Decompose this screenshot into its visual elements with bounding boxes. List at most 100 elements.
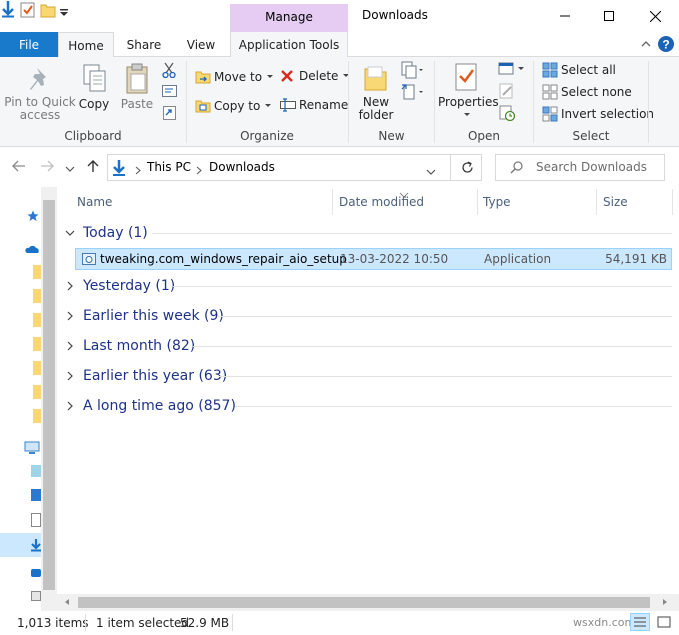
new-folder-qat-icon[interactable]: [40, 4, 60, 21]
large-icons-view-button[interactable]: [655, 613, 673, 631]
status-divider: [232, 614, 233, 631]
tab-application-tools[interactable]: Application Tools: [230, 32, 348, 57]
edit-icon[interactable]: [499, 83, 515, 102]
rename-button[interactable]: Rename: [280, 98, 348, 112]
properties-check-icon[interactable]: [20, 2, 40, 21]
help-icon[interactable]: ?: [657, 35, 675, 56]
search-placeholder: Search Downloads: [536, 160, 647, 174]
new-folder-button[interactable]: New folder: [356, 63, 396, 122]
column-header-size[interactable]: Size: [603, 187, 628, 217]
file-date: 13-03-2022 10:50: [340, 252, 449, 266]
group-header-earlier-this-year[interactable]: Earlier this year (63): [65, 364, 227, 388]
minimize-icon: [560, 15, 570, 17]
group-divider: [217, 316, 672, 317]
group-title: A long time ago (857): [83, 398, 236, 414]
this-pc-icon[interactable]: [24, 441, 40, 458]
refresh-icon[interactable]: [461, 161, 474, 177]
copy-to-button[interactable]: Copy to: [195, 98, 272, 114]
up-arrow-icon[interactable]: [87, 159, 99, 176]
download-arrow-icon[interactable]: [0, 1, 20, 21]
maximize-button[interactable]: [587, 0, 631, 32]
folder-icon[interactable]: [33, 385, 41, 399]
quick-access-star-icon[interactable]: [27, 210, 39, 225]
navigation-pane-scroll-thumb[interactable]: [43, 200, 55, 590]
back-arrow-icon[interactable]: [12, 160, 26, 175]
column-header-date-modified[interactable]: Date modified: [339, 187, 424, 217]
folder-icon[interactable]: [33, 289, 41, 303]
desktop-icon[interactable]: [31, 489, 41, 501]
3d-objects-icon[interactable]: [31, 465, 41, 477]
move-to-icon: [195, 71, 211, 84]
clipboard-group-label: Clipboard: [64, 129, 122, 143]
tab-home[interactable]: Home: [58, 32, 114, 58]
group-divider: [219, 376, 672, 377]
folder-icon[interactable]: [33, 313, 41, 327]
group-header-a-long-time-ago[interactable]: A long time ago (857): [65, 394, 236, 418]
column-separator[interactable]: [332, 189, 333, 215]
sidebar-item-downloads[interactable]: [0, 533, 41, 557]
column-header-type[interactable]: Type: [483, 187, 511, 217]
properties-button[interactable]: Properties: [438, 61, 499, 118]
new-item-icon[interactable]: [401, 61, 425, 82]
new-group-label: New: [378, 129, 405, 143]
horizontal-scroll-thumb[interactable]: [78, 597, 650, 608]
group-divider: [193, 346, 672, 347]
delete-button[interactable]: Delete: [280, 69, 350, 83]
minimize-button[interactable]: [543, 0, 587, 32]
customize-qat-icon[interactable]: [59, 7, 69, 21]
folder-icon[interactable]: [33, 265, 41, 279]
paste-button[interactable]: Paste: [118, 63, 156, 111]
copy-path-icon[interactable]: [162, 85, 177, 100]
select-none-button[interactable]: Select none: [542, 84, 632, 100]
breadcrumb-downloads[interactable]: Downloads: [209, 160, 275, 174]
details-view-button[interactable]: [630, 613, 650, 631]
music-icon[interactable]: [31, 569, 41, 577]
copy-button[interactable]: Copy: [76, 63, 112, 111]
breadcrumb-chevron-icon[interactable]: [135, 164, 141, 178]
pin-icon: [30, 68, 46, 90]
move-to-button[interactable]: Move to: [195, 69, 274, 85]
column-header-name[interactable]: Name: [77, 187, 112, 217]
recent-locations-icon[interactable]: [65, 162, 75, 176]
invert-selection-button[interactable]: Invert selection: [542, 106, 654, 122]
invert-selection-icon: [542, 106, 558, 122]
forward-arrow-icon[interactable]: [40, 160, 54, 175]
folder-icon[interactable]: [33, 337, 41, 351]
close-button[interactable]: [633, 0, 677, 32]
search-box[interactable]: Search Downloads: [495, 154, 665, 181]
dropdown-arrow-icon: [267, 75, 274, 78]
minimize-ribbon-chevron-icon[interactable]: [640, 38, 652, 53]
group-header-last-month[interactable]: Last month (82): [65, 334, 195, 358]
group-header-today[interactable]: Today (1): [65, 221, 148, 245]
column-separator[interactable]: [477, 189, 478, 215]
paste-label: Paste: [120, 97, 154, 111]
tab-view[interactable]: View: [174, 32, 228, 57]
pictures-icon[interactable]: [31, 591, 41, 601]
column-separator[interactable]: [672, 189, 673, 215]
documents-icon[interactable]: [31, 513, 41, 527]
select-all-button[interactable]: Select all: [542, 62, 616, 78]
file-row-selected[interactable]: tweaking.com_windows_repair_aio_setup 13…: [75, 248, 672, 270]
application-file-icon: [82, 253, 96, 265]
new-folder-label-2: folder: [358, 108, 394, 122]
folder-icon[interactable]: [33, 409, 41, 423]
breadcrumb-this-pc[interactable]: This PC: [147, 160, 191, 174]
navigation-bar: This PC Downloads Search Downloads: [0, 147, 679, 187]
tab-share[interactable]: Share: [118, 32, 170, 57]
breadcrumb-chevron-icon[interactable]: [196, 164, 202, 178]
history-icon[interactable]: [499, 105, 516, 124]
column-separator[interactable]: [596, 189, 597, 215]
open-icon[interactable]: [498, 62, 528, 79]
group-header-yesterday[interactable]: Yesterday (1): [65, 274, 175, 298]
paste-icon: [126, 63, 148, 94]
tab-file[interactable]: File: [0, 32, 58, 57]
easy-access-icon[interactable]: [401, 83, 425, 104]
paste-shortcut-icon[interactable]: [163, 105, 176, 123]
pin-to-quick-access-button[interactable]: Pin to Quick access: [4, 65, 76, 122]
address-history-chevron-icon[interactable]: [426, 165, 436, 179]
cut-icon[interactable]: [162, 62, 176, 81]
folder-icon[interactable]: [33, 361, 41, 375]
onedrive-cloud-icon[interactable]: [24, 243, 40, 257]
group-header-earlier-this-week[interactable]: Earlier this week (9): [65, 304, 224, 328]
address-bar[interactable]: This PC Downloads: [107, 154, 482, 181]
